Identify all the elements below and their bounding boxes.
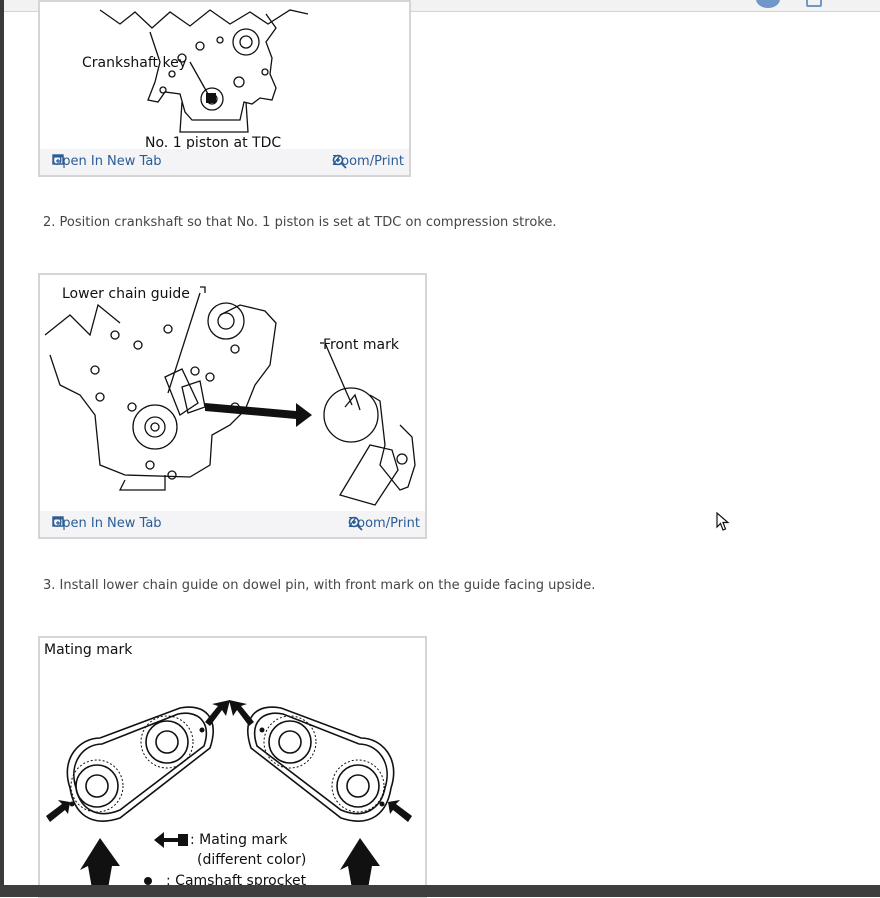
figure-1-footer: Open In New Tab Zoom/Print — [40, 149, 409, 175]
crankshaft-key-label: Crankshaft key — [82, 55, 187, 71]
step-2-text: 2. Position crankshaft so that No. 1 pis… — [43, 215, 557, 230]
figure-2-footer: Open In New Tab Zoom/Print — [40, 511, 425, 537]
window-icon[interactable] — [806, 0, 822, 7]
open-new-tab-label: Open In New Tab — [52, 154, 162, 169]
window-left-edge — [0, 0, 4, 897]
zoom-print-link[interactable]: Zoom/Print — [332, 154, 404, 169]
lower-chain-guide-label: Lower chain guide — [62, 286, 190, 302]
zoom-print-link[interactable]: Zoom/Print — [348, 516, 420, 531]
chain-guide-diagram: Lower chain guide Front mark — [44, 286, 416, 506]
mating-mark-title: Mating mark — [44, 642, 133, 658]
step-3-text: 3. Install lower chain guide on dowel pi… — [43, 578, 596, 593]
account-icon[interactable] — [756, 0, 780, 8]
legend-mating-mark: : Mating mark — [190, 832, 288, 848]
open-new-tab-label: Open In New Tab — [52, 516, 162, 531]
zoom-icon — [332, 154, 347, 169]
open-new-tab-link[interactable]: Open In New Tab — [52, 516, 162, 531]
mating-mark-diagram: Mating mark : Mating mark (different col… — [44, 642, 412, 896]
new-tab-icon — [52, 516, 64, 527]
mouse-cursor-icon — [716, 512, 730, 531]
figure-mating-marks: Mating mark : Mating mark (different col… — [38, 636, 427, 898]
window-bottom-bar — [0, 885, 880, 897]
open-new-tab-link[interactable]: Open In New Tab — [52, 154, 162, 169]
new-tab-icon — [52, 154, 64, 165]
figure-crankshaft: Crankshaft key No. 1 piston at TDC Open … — [38, 0, 411, 177]
front-mark-label: Front mark — [323, 337, 400, 353]
zoom-icon — [348, 516, 363, 531]
legend-different-color: (different color) — [197, 852, 306, 868]
figure-chain-guide: Lower chain guide Front mark Open In New… — [38, 273, 427, 539]
